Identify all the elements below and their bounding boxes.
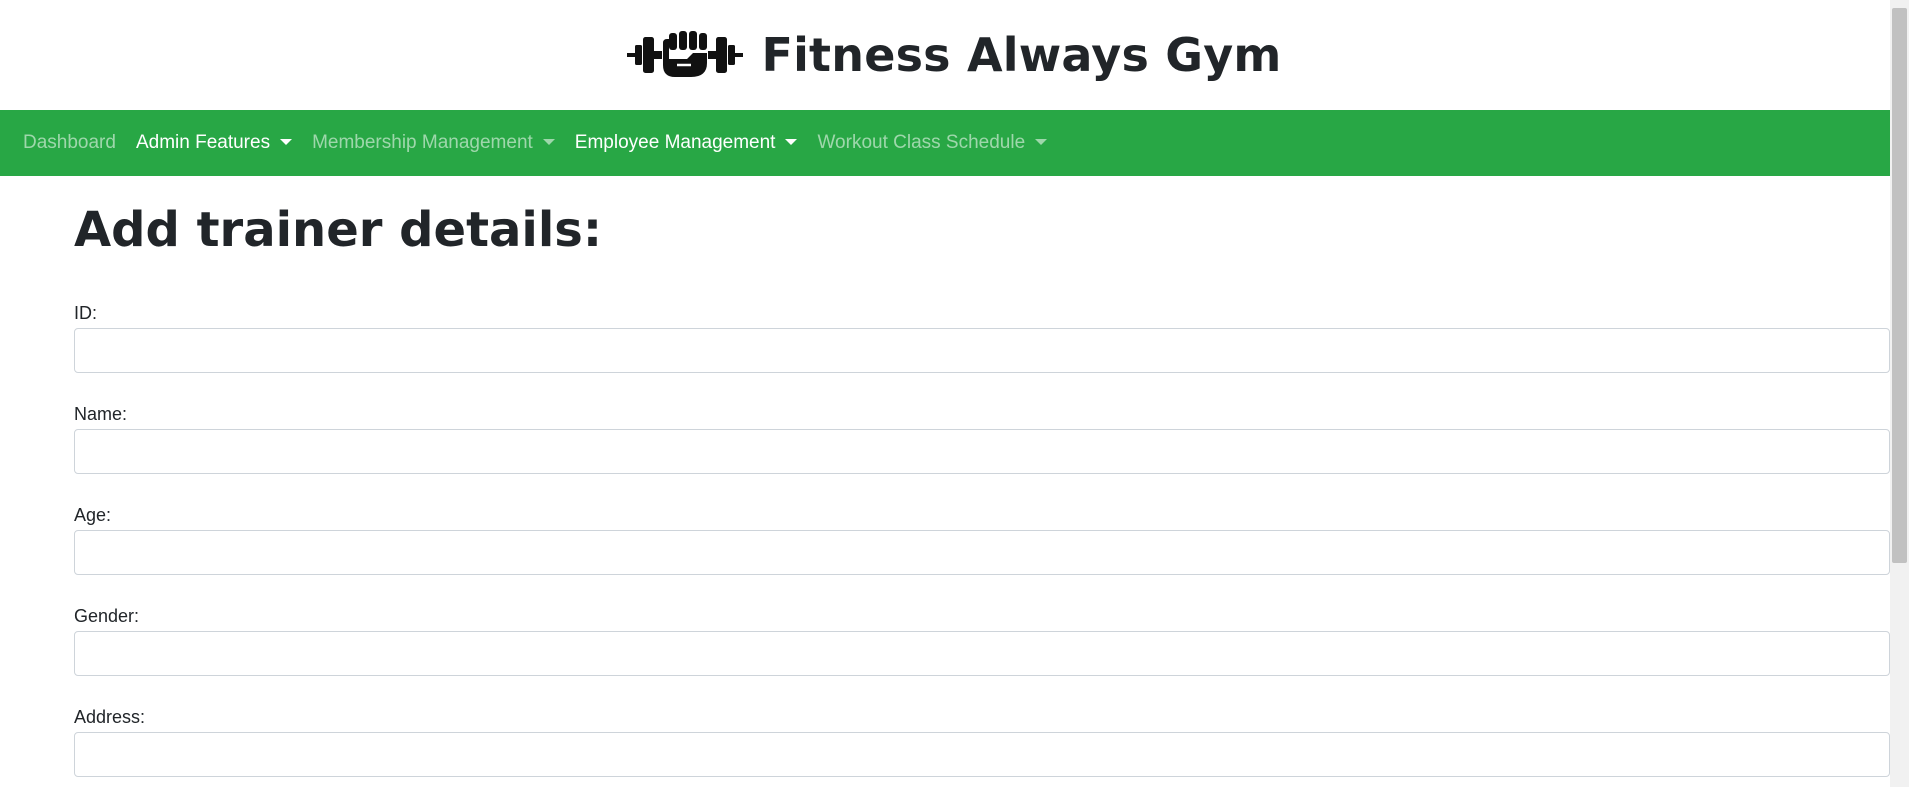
caret-down-icon <box>542 139 555 145</box>
nav-item-admin-features[interactable]: Admin Features <box>135 132 293 154</box>
dumbbell-fist-icon <box>627 31 744 77</box>
site-title: Fitness Always Gym <box>761 28 1282 82</box>
vertical-scrollbar[interactable] <box>1890 0 1909 787</box>
nav-item-membership-management[interactable]: Membership Management <box>312 132 555 154</box>
id-label: ID: <box>74 303 98 323</box>
address-label: Address: <box>74 707 146 727</box>
nav-item-dashboard[interactable]: Dashboard <box>23 132 116 154</box>
nav-item-employee-management[interactable]: Employee Management <box>575 132 798 154</box>
gender-field[interactable] <box>74 631 1890 676</box>
nav-item-label: Employee Management <box>574 132 776 153</box>
form-group-id: ID: <box>74 302 1890 373</box>
site-header: Fitness Always Gym <box>0 0 1909 110</box>
nav-item-workout-class-schedule[interactable]: Workout Class Schedule <box>817 132 1048 154</box>
caret-down-icon <box>280 139 293 145</box>
form-group-address: Address: <box>74 706 1890 777</box>
name-label: Name: <box>74 404 128 424</box>
caret-down-icon <box>785 139 798 145</box>
gender-label: Gender: <box>74 606 140 626</box>
page-title: Add trainer details: <box>74 202 603 258</box>
id-field[interactable] <box>74 328 1890 373</box>
form-group-age: Age: <box>74 504 1890 575</box>
nav-item-label: Admin Features <box>135 132 271 153</box>
name-field[interactable] <box>74 429 1890 474</box>
caret-down-icon <box>1035 139 1048 145</box>
nav-item-label: Dashboard <box>23 132 116 153</box>
main-navbar: Dashboard Admin Features Membership Mana… <box>0 110 1890 176</box>
nav-item-label: Workout Class Schedule <box>817 132 1026 153</box>
form-group-name: Name: <box>74 403 1890 474</box>
age-label: Age: <box>74 505 112 525</box>
age-field[interactable] <box>74 530 1890 575</box>
nav-item-label: Membership Management <box>312 132 533 153</box>
trainer-form: Add trainer details: ID: Name: Age: Gend… <box>74 176 1890 777</box>
scrollbar-thumb[interactable] <box>1892 8 1907 563</box>
address-field[interactable] <box>74 732 1890 777</box>
page: Fitness Always Gym Dashboard Admin Featu… <box>0 0 1909 787</box>
form-group-gender: Gender: <box>74 605 1890 676</box>
